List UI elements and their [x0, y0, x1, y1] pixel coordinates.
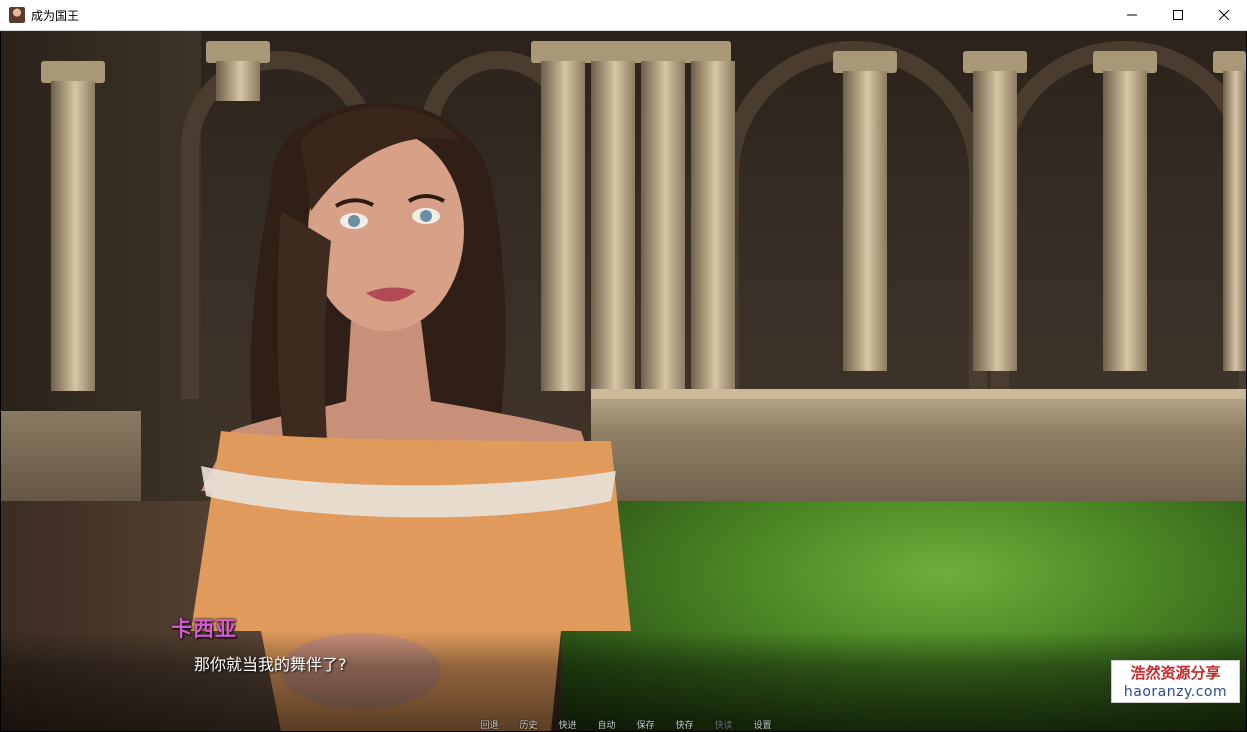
- stone-column: [973, 71, 1017, 371]
- quick-menu-auto[interactable]: 自动: [587, 718, 626, 731]
- quick-menu: 回退 历史 快进 自动 保存 快存 快读 设置: [470, 718, 782, 731]
- watermark-badge: 浩然资源分享 haoranzy.com: [1111, 660, 1240, 703]
- column-capital: [206, 41, 270, 63]
- window-controls: [1109, 0, 1247, 30]
- cloister-ledge: [591, 399, 1246, 509]
- speaker-name: 卡西亚: [171, 617, 237, 641]
- column-capital: [833, 51, 897, 73]
- close-icon: [1219, 10, 1229, 20]
- column-capital: [531, 41, 731, 63]
- quick-menu-quicksave[interactable]: 快存: [665, 718, 704, 731]
- quick-menu-quickload: 快读: [714, 721, 733, 731]
- stone-column: [641, 61, 685, 391]
- watermark-title: 浩然资源分享: [1130, 664, 1221, 682]
- watermark-url: haoranzy.com: [1123, 684, 1228, 700]
- minimize-icon: [1127, 14, 1137, 16]
- dialogue-text: 那你就当我的舞伴了?: [194, 655, 347, 674]
- window-titlebar: 成为国王: [0, 0, 1247, 31]
- column-capital: [41, 61, 105, 83]
- close-button[interactable]: [1201, 0, 1247, 30]
- minimize-button[interactable]: [1109, 0, 1155, 30]
- quick-menu-settings[interactable]: 设置: [743, 718, 782, 731]
- quick-menu-rollback[interactable]: 回退: [470, 718, 509, 731]
- stone-column: [51, 81, 95, 391]
- stone-column: [843, 71, 887, 371]
- maximize-icon: [1173, 10, 1183, 20]
- column-capital: [1213, 51, 1246, 73]
- column-capital: [1093, 51, 1157, 73]
- quick-menu-skip[interactable]: 快进: [548, 718, 587, 731]
- dialogue-window[interactable]: [1, 631, 1246, 731]
- column-capital: [963, 51, 1027, 73]
- app-portrait-icon: [9, 7, 25, 23]
- stone-column: [691, 61, 735, 391]
- stone-column: [1103, 71, 1147, 371]
- window-title: 成为国王: [31, 8, 80, 23]
- quick-menu-history[interactable]: 历史: [509, 718, 548, 731]
- maximize-button[interactable]: [1155, 0, 1201, 30]
- stone-column: [1223, 71, 1246, 371]
- quick-menu-save[interactable]: 保存: [626, 718, 665, 731]
